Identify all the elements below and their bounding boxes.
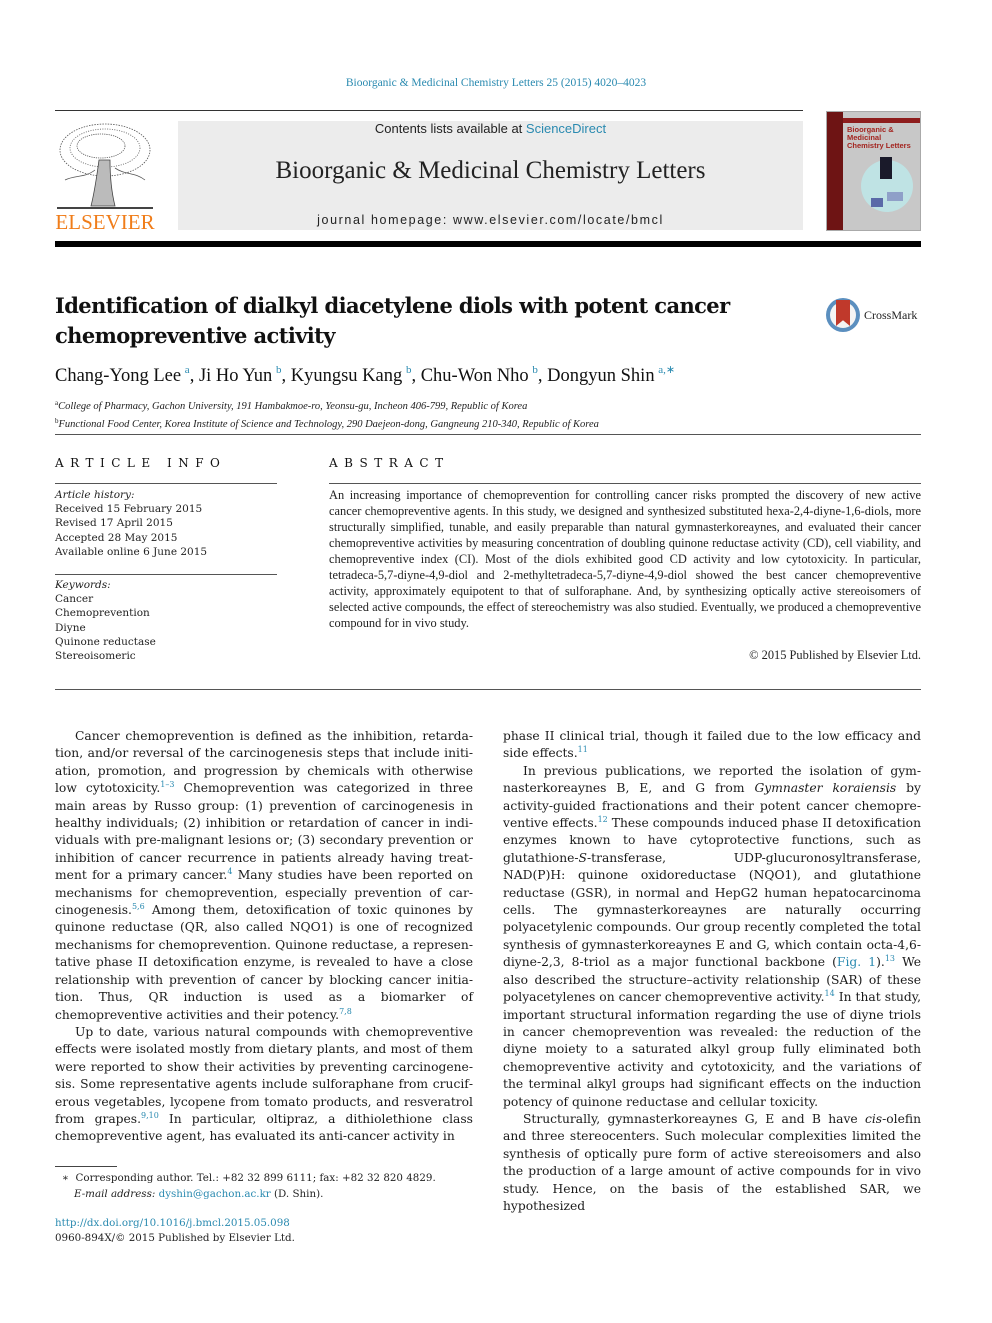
affiliation-text: Functional Food Center, Korea Institute … [58, 419, 599, 430]
keywords-label: Keywords: [55, 579, 111, 591]
italic-term: Gymnaster koraiensis [754, 781, 897, 796]
figure-link[interactable]: Fig. 1 [837, 955, 876, 969]
italic-term: S [578, 850, 587, 865]
email-suffix: (D. Shin). [270, 1188, 324, 1200]
issn-copyright: 0960-894X/© 2015 Published by Elsevier L… [55, 1232, 295, 1244]
author-name[interactable]: Chang-Yong Lee [55, 366, 181, 386]
article-history-label: Article history: [55, 489, 135, 501]
body-paragraph: Up to date, various natural compounds wi… [55, 1024, 473, 1144]
cover-graphic-panel [887, 192, 903, 201]
keywords-rule [55, 574, 277, 575]
abstract-copyright: © 2015 Published by Elsevier Ltd. [749, 648, 921, 662]
email-line: E-mail address: dyshin@gachon.ac.kr (D. … [62, 1186, 482, 1202]
cover-title: Bioorganic & Medicinal Chemistry Letters [847, 125, 911, 150]
journal-citation-link[interactable]: Bioorganic & Medicinal Chemistry Letters… [0, 77, 992, 89]
reference-link[interactable]: 13 [885, 954, 895, 963]
history-date: Revised 17 April 2015 [55, 517, 173, 530]
cover-spine [827, 112, 843, 230]
article-info-heading: ARTICLE INFO [55, 456, 227, 470]
elsevier-wordmark: ELSEVIER [55, 210, 155, 234]
journal-cover-thumbnail[interactable]: Bioorganic & Medicinal Chemistry Letters [826, 111, 921, 231]
header-rule [55, 110, 803, 111]
body-column-left: Cancer chemoprevention is defined as the… [55, 728, 473, 1146]
abstract-rule [329, 483, 921, 484]
history-date: Received 15 February 2015 [55, 503, 203, 516]
email-label: E-mail address: [74, 1188, 156, 1200]
reference-link[interactable]: 7,8 [339, 1007, 352, 1016]
contents-prefix: Contents lists available at [374, 121, 526, 136]
footnote-marker: ∗ [62, 1172, 69, 1184]
affiliation: aCollege of Pharmacy, Gachon University,… [55, 396, 915, 414]
corresponding-author-footnote: ∗ Corresponding author. Tel.: +82 32 899… [62, 1170, 482, 1202]
affiliation-text: College of Pharmacy, Gachon University, … [58, 401, 528, 412]
crossmark-button[interactable]: CrossMark [826, 298, 926, 334]
history-date: Available online 6 June 2015 [55, 545, 208, 558]
doi-block: http://dx.doi.org/10.1016/j.bmcl.2015.05… [55, 1216, 475, 1246]
affiliations: aCollege of Pharmacy, Gachon University,… [55, 396, 915, 432]
journal-homepage[interactable]: journal homepage: www.elsevier.com/locat… [178, 213, 803, 227]
keyword[interactable]: Stereoisomeric [55, 649, 277, 663]
reference-link[interactable]: 5,6 [132, 902, 145, 911]
journal-title: Bioorganic & Medicinal Chemistry Letters [275, 157, 706, 184]
cover-band [843, 118, 920, 123]
body-paragraph: Structurally, gymnasterkoreaynes G, E an… [503, 1111, 921, 1213]
author-affiliation-mark[interactable]: a [185, 364, 190, 376]
body-paragraph: In previous publications, we reported th… [503, 763, 922, 1109]
corresponding-author-text: Corresponding author. Tel.: +82 32 899 6… [75, 1172, 436, 1184]
author-affiliation-mark[interactable]: b [276, 364, 282, 376]
keywords: Keywords: Cancer Chemoprevention Diyne Quin… [55, 578, 277, 663]
body-paragraph: phase II clinical trial, though it faile… [503, 729, 921, 761]
abstract-heading: ABSTRACT [329, 456, 450, 470]
article-info-rule [55, 483, 277, 484]
author-name[interactable]: Chu-Won Nho [421, 366, 529, 386]
author-name[interactable]: Ji Ho Yun [199, 366, 272, 386]
cover-graphic-panel [871, 198, 883, 207]
reference-link[interactable]: 4 [227, 867, 232, 876]
body-column-right: phase II clinical trial, though it faile… [503, 728, 921, 1215]
history-date: Accepted 28 May 2015 [55, 531, 178, 544]
abstract-text: An increasing importance of chemoprevent… [329, 488, 921, 630]
keyword[interactable]: Quinone reductase [55, 635, 277, 649]
section-rule [55, 689, 921, 690]
reference-link[interactable]: 14 [825, 989, 835, 998]
contents-line: Contents lists available at ScienceDirec… [178, 121, 803, 136]
author-affiliation-mark[interactable]: b [406, 364, 412, 376]
doi-link[interactable]: http://dx.doi.org/10.1016/j.bmcl.2015.05… [55, 1216, 475, 1231]
footnote-line: ∗ Corresponding author. Tel.: +82 32 899… [62, 1170, 482, 1186]
sciencedirect-link[interactable]: ScienceDirect [526, 121, 606, 136]
author-name[interactable]: Kyungsu Kang [291, 366, 403, 386]
keyword[interactable]: Chemoprevention [55, 606, 277, 620]
reference-link[interactable]: 12 [598, 815, 608, 824]
article-title: Identification of dialkyl diacetylene di… [55, 293, 730, 348]
email-link[interactable]: dyshin@gachon.ac.kr [159, 1188, 271, 1200]
author-name[interactable]: Dongyun Shin [547, 366, 654, 386]
keyword[interactable]: Cancer [55, 592, 277, 606]
reference-link[interactable]: 11 [578, 745, 588, 754]
author-list: Chang-Yong Lee a, Ji Ho Yun b, Kyungsu K… [55, 364, 676, 386]
header-thick-rule [55, 241, 921, 247]
footnote-rule [55, 1166, 117, 1167]
keyword[interactable]: Diyne [55, 621, 277, 635]
author-affiliation-mark[interactable]: a,∗ [658, 364, 675, 376]
author-affiliation-mark[interactable]: b [532, 364, 538, 376]
crossmark-label: CrossMark [864, 308, 918, 322]
tree-icon [57, 123, 153, 209]
italic-term: cis [864, 1111, 883, 1126]
reference-link[interactable]: 9,10 [141, 1111, 159, 1120]
reference-link[interactable]: 1–3 [160, 780, 174, 789]
cover-graphic-panel [880, 157, 892, 179]
article-history: Article history: Received 15 February 20… [55, 488, 277, 559]
body-paragraph: Cancer chemoprevention is defined as the… [55, 729, 473, 1022]
affiliation: bFunctional Food Center, Korea Institute… [55, 414, 915, 432]
section-rule [55, 434, 921, 435]
